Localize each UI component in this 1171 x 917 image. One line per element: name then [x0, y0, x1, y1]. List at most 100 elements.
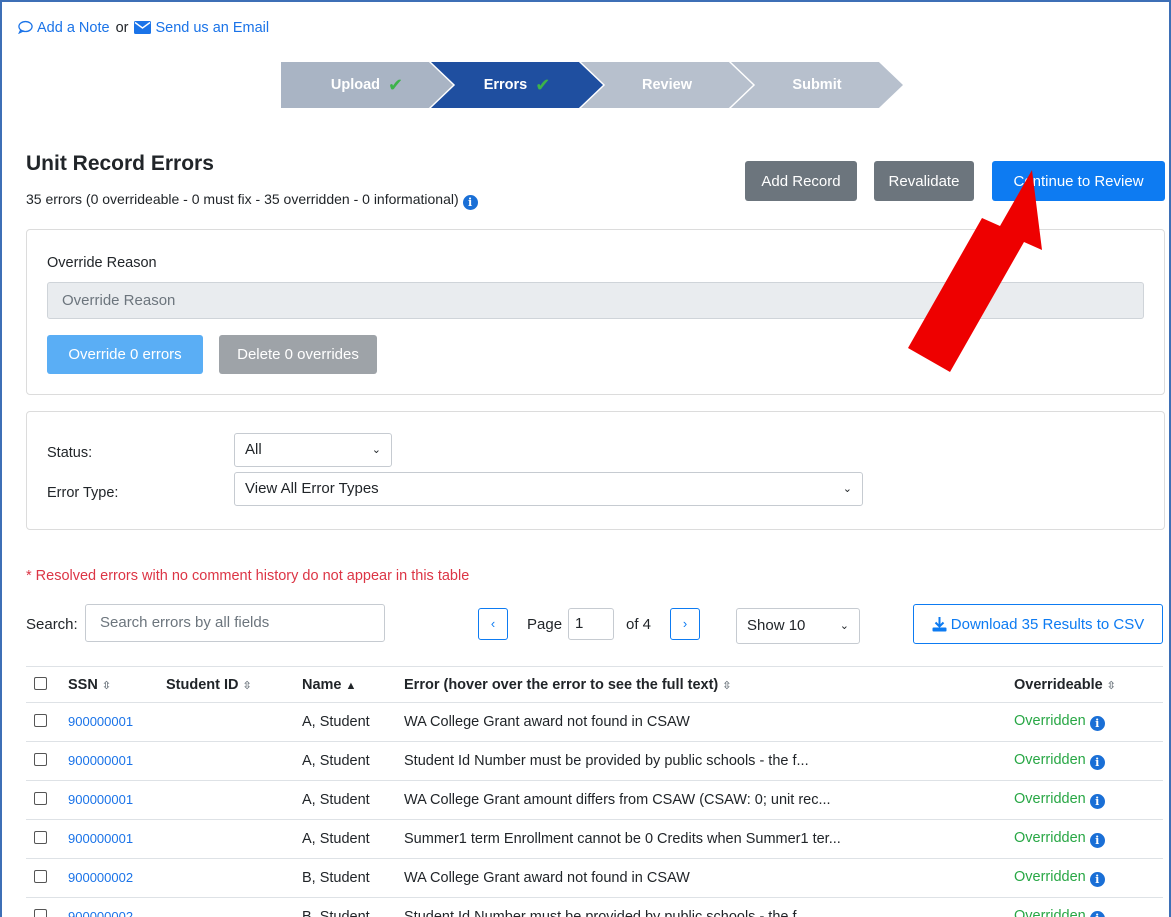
name-cell: A, Student	[294, 741, 396, 781]
row-checkbox[interactable]	[34, 714, 47, 727]
status-select[interactable]: All ⌄	[234, 433, 392, 467]
step-upload[interactable]: Upload ✔	[281, 62, 453, 108]
name-header[interactable]: Name ▲	[294, 666, 396, 703]
ssn-cell: 900000002	[60, 897, 158, 917]
overrideable-cell: Overriddeni	[1006, 897, 1163, 917]
error-summary-text: 35 errors (0 overrideable - 0 must fix -…	[26, 191, 459, 207]
error-cell[interactable]: WA College Grant award not found in CSAW	[396, 702, 1006, 742]
sort-icon: ⇳	[101, 679, 112, 692]
overrideable-cell: Overriddeni	[1006, 819, 1163, 859]
ssn-link[interactable]: 900000002	[68, 870, 133, 885]
name-cell: B, Student	[294, 897, 396, 917]
next-page-button[interactable]: ›	[670, 608, 700, 640]
error-cell[interactable]: WA College Grant award not found in CSAW	[396, 858, 1006, 898]
info-icon[interactable]: i	[1089, 872, 1105, 887]
student-id-header[interactable]: Student ID ⇳	[158, 666, 294, 703]
overrideable-cell: Overriddeni	[1006, 741, 1163, 781]
override-reason-label: Override Reason	[47, 255, 157, 271]
red-arrow-annotation	[908, 170, 1042, 372]
info-icon[interactable]: i	[1089, 716, 1105, 731]
overridden-status: Overridden	[1014, 791, 1086, 807]
overrideable-cell: Overriddeni	[1006, 858, 1163, 898]
row-checkbox[interactable]	[34, 753, 47, 766]
error-type-label: Error Type:	[47, 485, 119, 501]
name-cell: A, Student	[294, 780, 396, 820]
name-cell: B, Student	[294, 858, 396, 898]
info-icon[interactable]: i	[462, 195, 478, 210]
table-row[interactable]: 900000001 A, Student WA College Grant amou…	[26, 780, 1163, 820]
ssn-link[interactable]: 900000001	[68, 753, 133, 768]
top-links: Add a Note or Send us an Email	[18, 20, 269, 36]
row-select-cell	[26, 858, 60, 898]
ssn-link[interactable]: 900000001	[68, 792, 133, 807]
row-select-cell	[26, 702, 60, 742]
chevron-down-icon: ⌄	[839, 620, 849, 632]
error-cell[interactable]: WA College Grant amount differs from CSA…	[396, 780, 1006, 820]
sort-asc-icon: ▲	[345, 679, 357, 692]
add-record-button[interactable]: Add Record	[745, 161, 857, 201]
delete-overrides-button[interactable]: Delete 0 overrides	[219, 335, 377, 374]
info-icon[interactable]: i	[1089, 833, 1105, 848]
step-errors-label: Errors	[483, 77, 528, 93]
step-errors[interactable]: Errors ✔	[431, 62, 603, 108]
error-header[interactable]: Error (hover over the error to see the f…	[396, 666, 1006, 703]
overrideable-header[interactable]: Overrideable ⇳	[1006, 666, 1163, 703]
table-row[interactable]: 900000002 B, Student WA College Grant awar…	[26, 858, 1163, 898]
ssn-link[interactable]: 900000002	[68, 909, 133, 917]
send-email-label: Send us an Email	[155, 20, 270, 36]
step-submit[interactable]: Submit	[731, 62, 903, 108]
or-text: or	[115, 20, 129, 36]
error-cell[interactable]: Student Id Number must be provided by pu…	[396, 897, 1006, 917]
info-icon[interactable]: i	[1089, 911, 1105, 917]
add-note-label: Add a Note	[37, 20, 110, 36]
filter-panel: Status: All ⌄ Error Type: View All Error …	[26, 411, 1165, 530]
table-header-row: SSN ⇳ Student ID ⇳ Name ▲ Error (hover over…	[26, 666, 1163, 703]
overridden-status: Overridden	[1014, 869, 1086, 885]
ssn-cell: 900000001	[60, 819, 158, 859]
resolved-errors-note: * Resolved errors with no comment histor…	[26, 568, 470, 584]
row-checkbox[interactable]	[34, 831, 47, 844]
error-cell[interactable]: Summer1 term Enrollment cannot be 0 Cred…	[396, 819, 1006, 859]
add-note-link[interactable]: Add a Note	[18, 20, 110, 36]
overridden-status: Overridden	[1014, 713, 1086, 729]
overridden-status: Overridden	[1014, 830, 1086, 846]
error-cell[interactable]: Student Id Number must be provided by pu…	[396, 741, 1006, 781]
step-review[interactable]: Review	[581, 62, 753, 108]
row-checkbox[interactable]	[34, 870, 47, 883]
ssn-header-label: SSN	[68, 676, 98, 693]
sort-icon: ⇳	[1106, 679, 1116, 692]
ssn-link[interactable]: 900000001	[68, 714, 133, 729]
table-body: 900000001 A, Student WA College Grant awar…	[26, 702, 1163, 917]
row-checkbox[interactable]	[34, 909, 47, 917]
name-cell: A, Student	[294, 819, 396, 859]
table-row[interactable]: 900000002 B, Student Student Id Number mus…	[26, 897, 1163, 917]
page-size-value: Show 10	[747, 617, 806, 634]
table-row[interactable]: 900000001 A, Student WA College Grant awar…	[26, 702, 1163, 742]
info-icon[interactable]: i	[1089, 755, 1105, 770]
error-type-select[interactable]: View All Error Types ⌄	[234, 472, 863, 506]
send-email-link[interactable]: Send us an Email	[134, 20, 269, 36]
page-label: Page	[527, 616, 563, 633]
download-csv-label: Download 35 Results to CSV	[950, 615, 1145, 633]
table-row[interactable]: 900000001 A, Student Summer1 term Enrollme…	[26, 819, 1163, 859]
sort-icon: ⇳	[242, 679, 252, 692]
ssn-header[interactable]: SSN ⇳	[60, 666, 158, 703]
search-input[interactable]: Search errors by all fields	[85, 604, 385, 642]
page-number-input[interactable]: 1	[568, 608, 614, 640]
select-all-checkbox[interactable]	[34, 676, 47, 690]
overrideable-cell: Overriddeni	[1006, 780, 1163, 820]
override-errors-button[interactable]: Override 0 errors	[47, 335, 203, 374]
ssn-cell: 900000002	[60, 858, 158, 898]
page-size-select[interactable]: Show 10 ⌄	[736, 608, 860, 644]
info-icon[interactable]: i	[1089, 794, 1105, 809]
row-checkbox[interactable]	[34, 792, 47, 805]
student-id-cell	[158, 819, 294, 859]
errors-table: SSN ⇳ Student ID ⇳ Name ▲ Error (hover over…	[26, 666, 1163, 917]
table-row[interactable]: 900000001 A, Student Student Id Number mus…	[26, 741, 1163, 781]
check-icon: ✔	[535, 74, 551, 95]
prev-page-button[interactable]: ‹	[478, 608, 508, 640]
download-csv-button[interactable]: Download 35 Results to CSV	[913, 604, 1163, 644]
ssn-cell: 900000001	[60, 741, 158, 781]
ssn-link[interactable]: 900000001	[68, 831, 133, 846]
ssn-cell: 900000001	[60, 702, 158, 742]
